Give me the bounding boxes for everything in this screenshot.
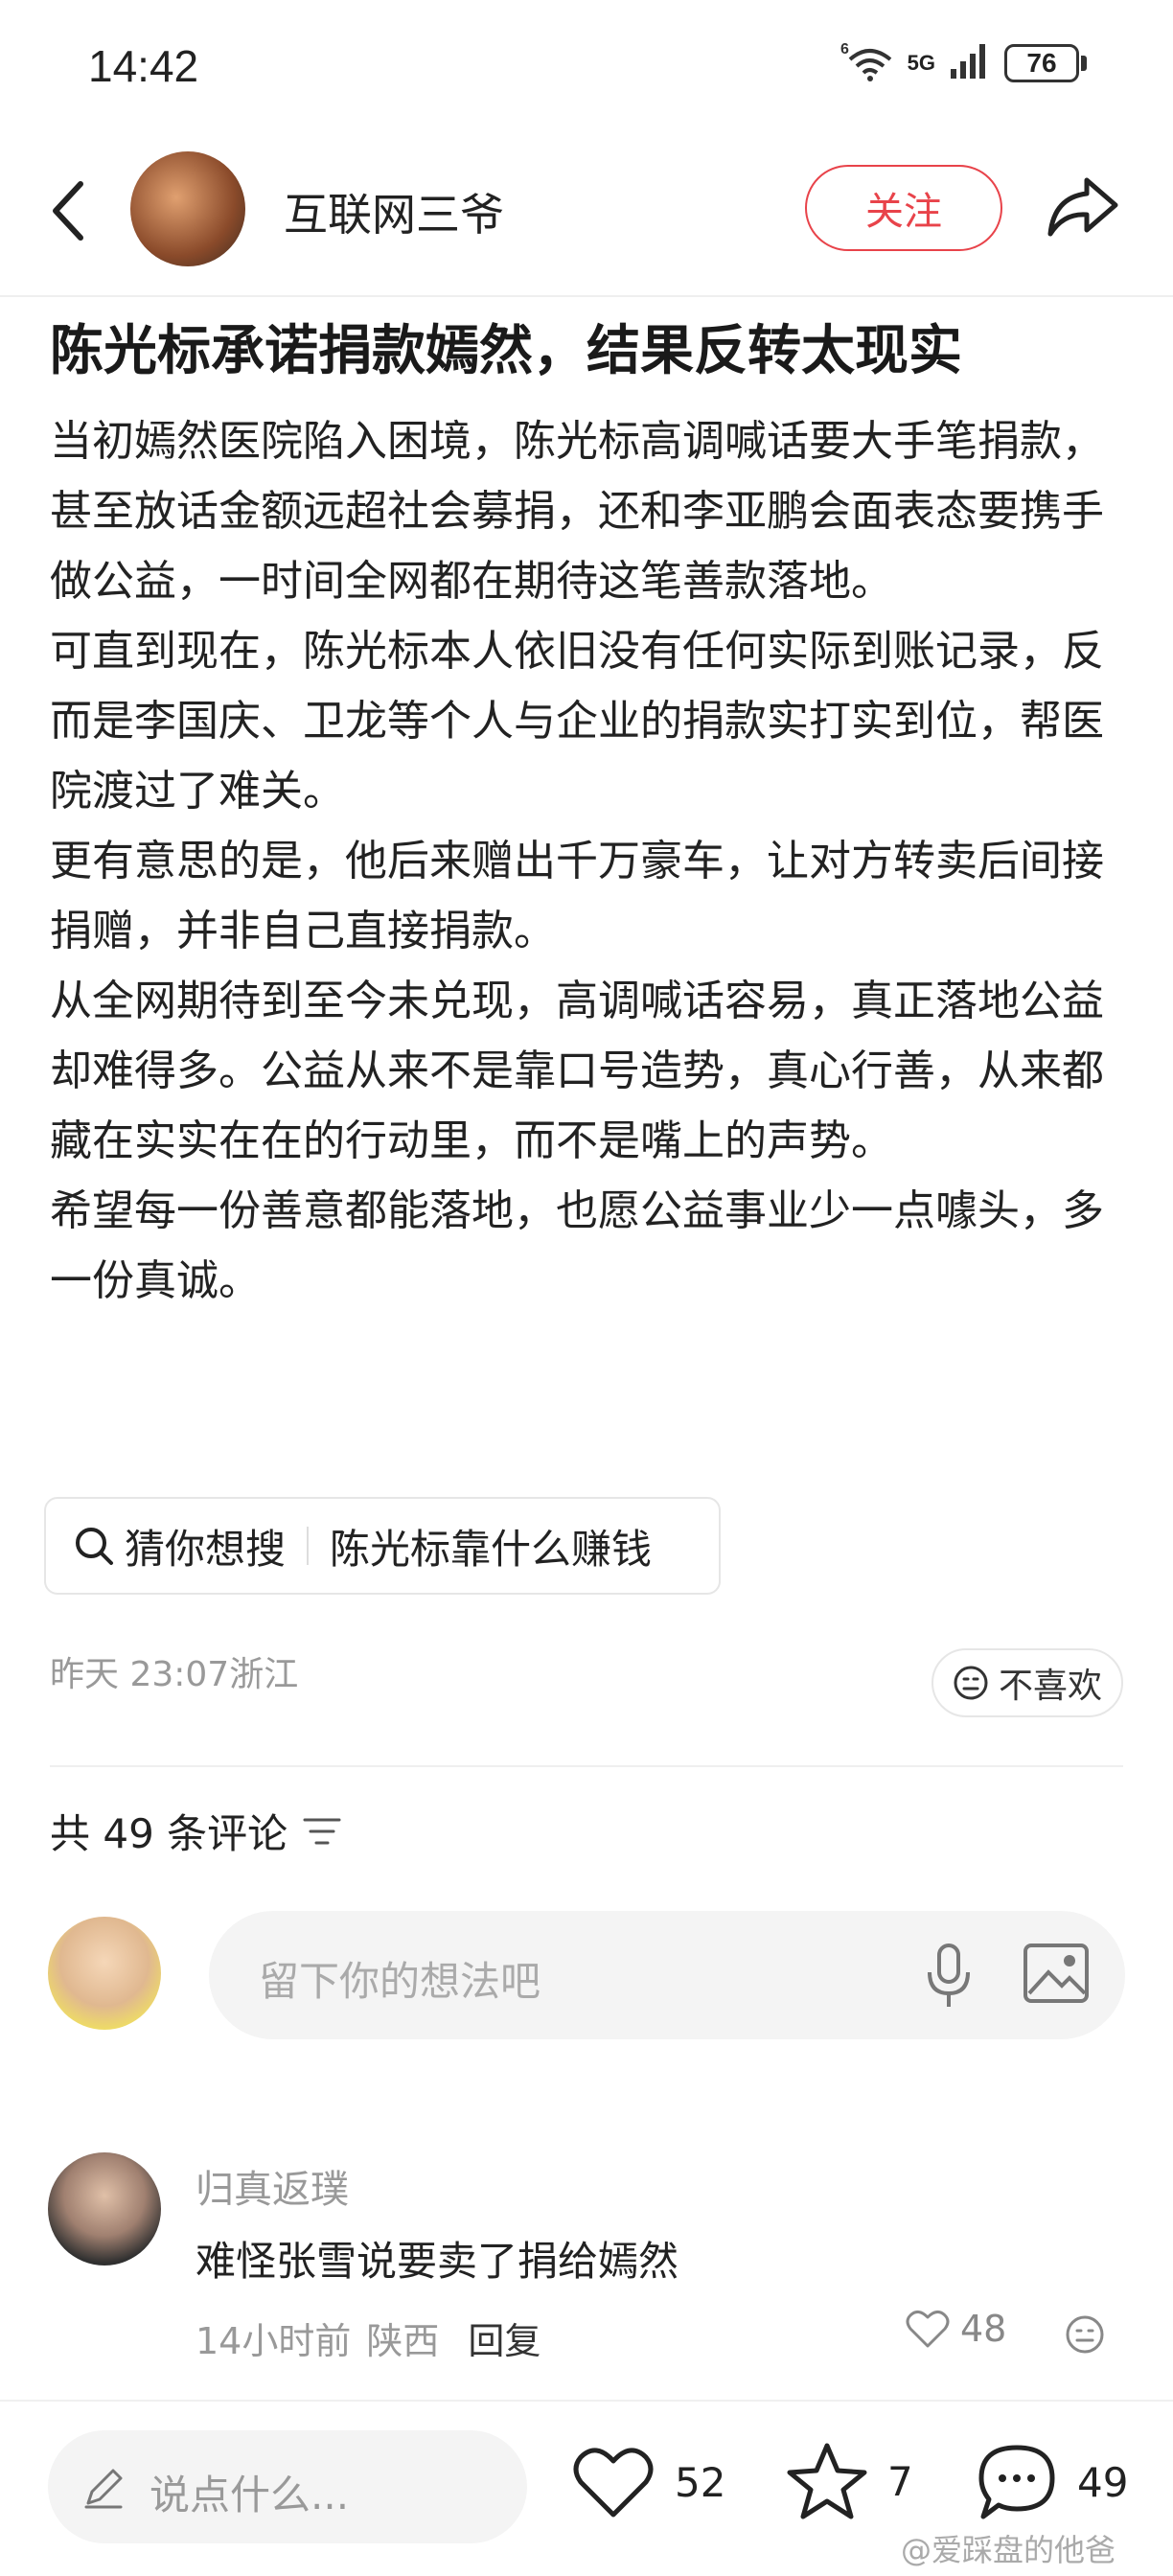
comment-username[interactable]: 归真返璞: [196, 2158, 349, 2214]
share-button[interactable]: [1045, 172, 1121, 242]
heart-icon: [906, 2311, 950, 2348]
author-name[interactable]: 互联网三爷: [284, 180, 504, 243]
face-icon: [954, 1666, 988, 1700]
reply-button[interactable]: 回复: [468, 2312, 540, 2364]
comment-bubble-icon: [978, 2445, 1055, 2519]
back-button[interactable]: [42, 172, 100, 249]
article-paragraph: 希望每一份善意都能落地，也愿公益事业少一点噱头，多一份真诚。: [50, 1186, 1104, 1305]
star-icon: [787, 2443, 867, 2519]
like-count: 52: [675, 2458, 726, 2506]
like-button[interactable]: 52: [571, 2444, 725, 2520]
article-body: 当初嫣然医院陷入困境，陈光标高调喊话要大手笔捐款，甚至放话金额远超社会募捐，还和…: [50, 406, 1127, 1316]
tag-separator: [307, 1527, 310, 1565]
wifi-icon: 6: [840, 40, 894, 86]
article-paragraph: 从全网期待到至今未兑现，高调喊话容易，真正落地公益却难得多。公益从来不是靠口号造…: [50, 977, 1104, 1165]
comment-button[interactable]: 49: [976, 2442, 1128, 2522]
chevron-left-icon: [53, 181, 83, 241]
article-paragraph: 更有意思的是，他后来赠出千万豪车，让对方转卖后间接捐赠，并非自己直接捐款。: [50, 837, 1104, 955]
comment-meta: 14小时前 陕西 回复: [196, 2312, 540, 2364]
header-divider: [0, 295, 1173, 297]
follow-button[interactable]: 关注: [805, 165, 1002, 251]
search-icon: [76, 1528, 113, 1565]
comment-location: 陕西: [366, 2320, 440, 2362]
pen-icon: [80, 2465, 126, 2511]
favorite-button[interactable]: 7: [786, 2442, 913, 2520]
section-divider: [50, 1765, 1123, 1767]
watermark: @爱踩盘的他爸: [901, 2532, 1116, 2568]
article-title: 陈光标承诺捐款嫣然，结果反转太现实: [50, 320, 962, 382]
dislike-button[interactable]: 不喜欢: [932, 1648, 1123, 1717]
comments-count: 共 49 条评论: [50, 1810, 288, 1857]
search-prefix: 猜你想搜: [125, 1525, 287, 1573]
article-paragraph: 可直到现在，陈光标本人依旧没有任何实际到账记录，反而是李国庆、卫龙等个人与企业的…: [50, 627, 1104, 816]
comment-count: 49: [1077, 2458, 1129, 2506]
my-avatar: [48, 1917, 161, 2030]
comment-input-placeholder: 留下你的想法吧: [259, 1958, 541, 2005]
commenter-avatar[interactable]: [48, 2152, 161, 2266]
signal-icon: [949, 42, 991, 84]
mic-icon[interactable]: [918, 1942, 979, 2011]
battery-icon: 76: [1004, 44, 1079, 82]
search-term: 陈光标靠什么赚钱: [330, 1525, 653, 1573]
signal-label: 5G: [907, 51, 935, 75]
heart-icon: [573, 2448, 654, 2518]
article-paragraph: 当初嫣然医院陷入困境，陈光标高调喊话要大手笔捐款，甚至放话金额远超社会募捐，还和…: [50, 417, 1104, 606]
comments-header: 共 49 条评论: [50, 1802, 341, 1860]
status-icons: 6 5G 76: [840, 40, 1087, 86]
comment-react-icon[interactable]: [1064, 2313, 1106, 2356]
dislike-label: 不喜欢: [998, 1667, 1102, 1706]
sort-icon[interactable]: [303, 1816, 341, 1847]
battery-tip: [1081, 56, 1087, 71]
comment-text: 难怪张雪说要卖了捐给嫣然: [196, 2238, 679, 2285]
image-icon[interactable]: [1022, 1942, 1091, 2005]
svg-text:6: 6: [840, 41, 849, 58]
bottom-input-placeholder: 说点什么...: [150, 2472, 350, 2518]
bottom-bar-divider: [0, 2400, 1173, 2402]
comment-like-count: 48: [960, 2308, 1007, 2350]
search-suggestion[interactable]: 猜你想搜 陈光标靠什么赚钱: [44, 1497, 721, 1595]
comment-like-button[interactable]: 48: [905, 2308, 1006, 2350]
favorite-count: 7: [887, 2457, 913, 2505]
comment-time: 14小时前: [196, 2320, 352, 2362]
author-avatar[interactable]: [130, 151, 245, 266]
share-icon: [1047, 177, 1118, 237]
publish-time: 昨天 23:07浙江: [50, 1655, 299, 1694]
status-time: 14:42: [88, 41, 199, 91]
